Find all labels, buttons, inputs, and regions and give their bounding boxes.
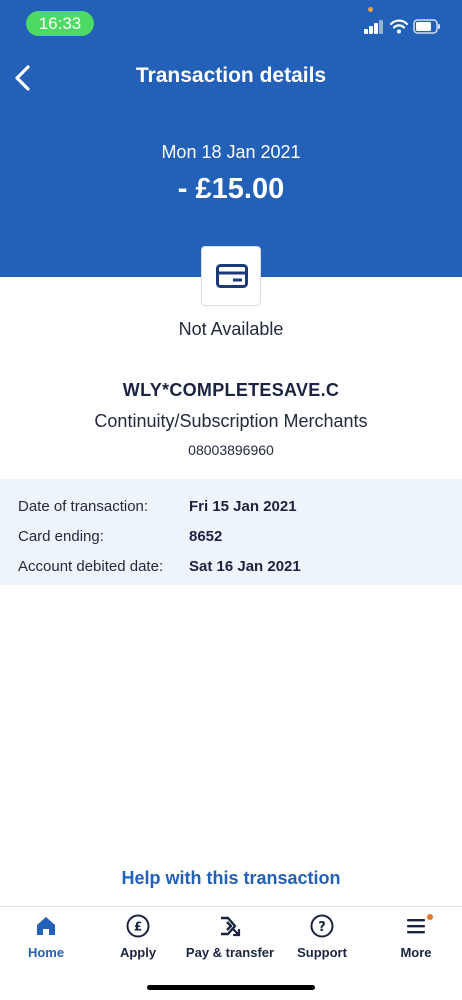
transaction-amount: - £15.00: [177, 173, 285, 205]
tab-pay-transfer[interactable]: Pay & transfer: [184, 907, 276, 967]
chevron-left-icon: [15, 65, 30, 91]
home-icon: [37, 917, 55, 935]
detail-row-card: Card ending: 8652: [0, 522, 462, 552]
transfer-arrows-icon: [221, 916, 241, 937]
svg-text:£: £: [134, 920, 142, 934]
tab-support[interactable]: ? Support: [276, 907, 368, 967]
transaction-date: Mon 18 Jan 2021: [161, 142, 301, 162]
status-time: 16:33: [26, 11, 94, 36]
merchant-name: WLY*COMPLETESAVE.C: [122, 380, 340, 400]
tab-label: Apply: [119, 945, 157, 960]
back-button[interactable]: [8, 60, 42, 96]
tab-apply[interactable]: £ Apply: [92, 907, 184, 967]
detail-value: 8652: [189, 528, 223, 545]
help-with-transaction-link[interactable]: Help with this transaction: [0, 868, 462, 889]
merchant-phone[interactable]: 08003896960: [0, 442, 462, 458]
detail-value: Fri 15 Jan 2021: [189, 498, 297, 515]
privacy-indicator-dot: [368, 7, 373, 12]
detail-value: Sat 16 Jan 2021: [189, 558, 301, 575]
tab-home[interactable]: Home: [0, 907, 92, 967]
tab-more[interactable]: More: [370, 907, 462, 967]
menu-icon: [407, 919, 425, 934]
tab-label: Pay & transfer: [185, 945, 275, 960]
tab-label: Home: [27, 945, 65, 960]
credit-card-icon: [216, 264, 248, 288]
detail-label: Card ending:: [18, 528, 104, 545]
wifi-icon: [390, 19, 408, 34]
home-indicator[interactable]: [147, 985, 315, 990]
detail-row-debited: Account debited date: Sat 16 Jan 2021: [0, 552, 462, 582]
detail-label: Date of transaction:: [18, 498, 149, 515]
battery-icon: [413, 19, 440, 34]
transaction-details-panel: Date of transaction: Fri 15 Jan 2021 Car…: [0, 479, 462, 585]
status-bar: 16:33: [0, 0, 462, 46]
svg-text:?: ?: [318, 920, 326, 935]
detail-label: Account debited date:: [18, 558, 164, 575]
question-circle-icon: ?: [310, 914, 334, 938]
merchant-category: Continuity/Subscription Merchants: [94, 411, 368, 431]
tab-label: Support: [297, 945, 347, 960]
detail-row-date: Date of transaction: Fri 15 Jan 2021: [0, 492, 462, 522]
pound-circle-icon: £: [126, 914, 150, 938]
notification-dot: [427, 914, 433, 920]
tab-label: More: [400, 945, 432, 960]
signal-icon: [364, 20, 384, 34]
card-status-text: Not Available: [178, 319, 284, 339]
card-image-box: [201, 246, 261, 306]
page-title: Transaction details: [135, 64, 327, 87]
